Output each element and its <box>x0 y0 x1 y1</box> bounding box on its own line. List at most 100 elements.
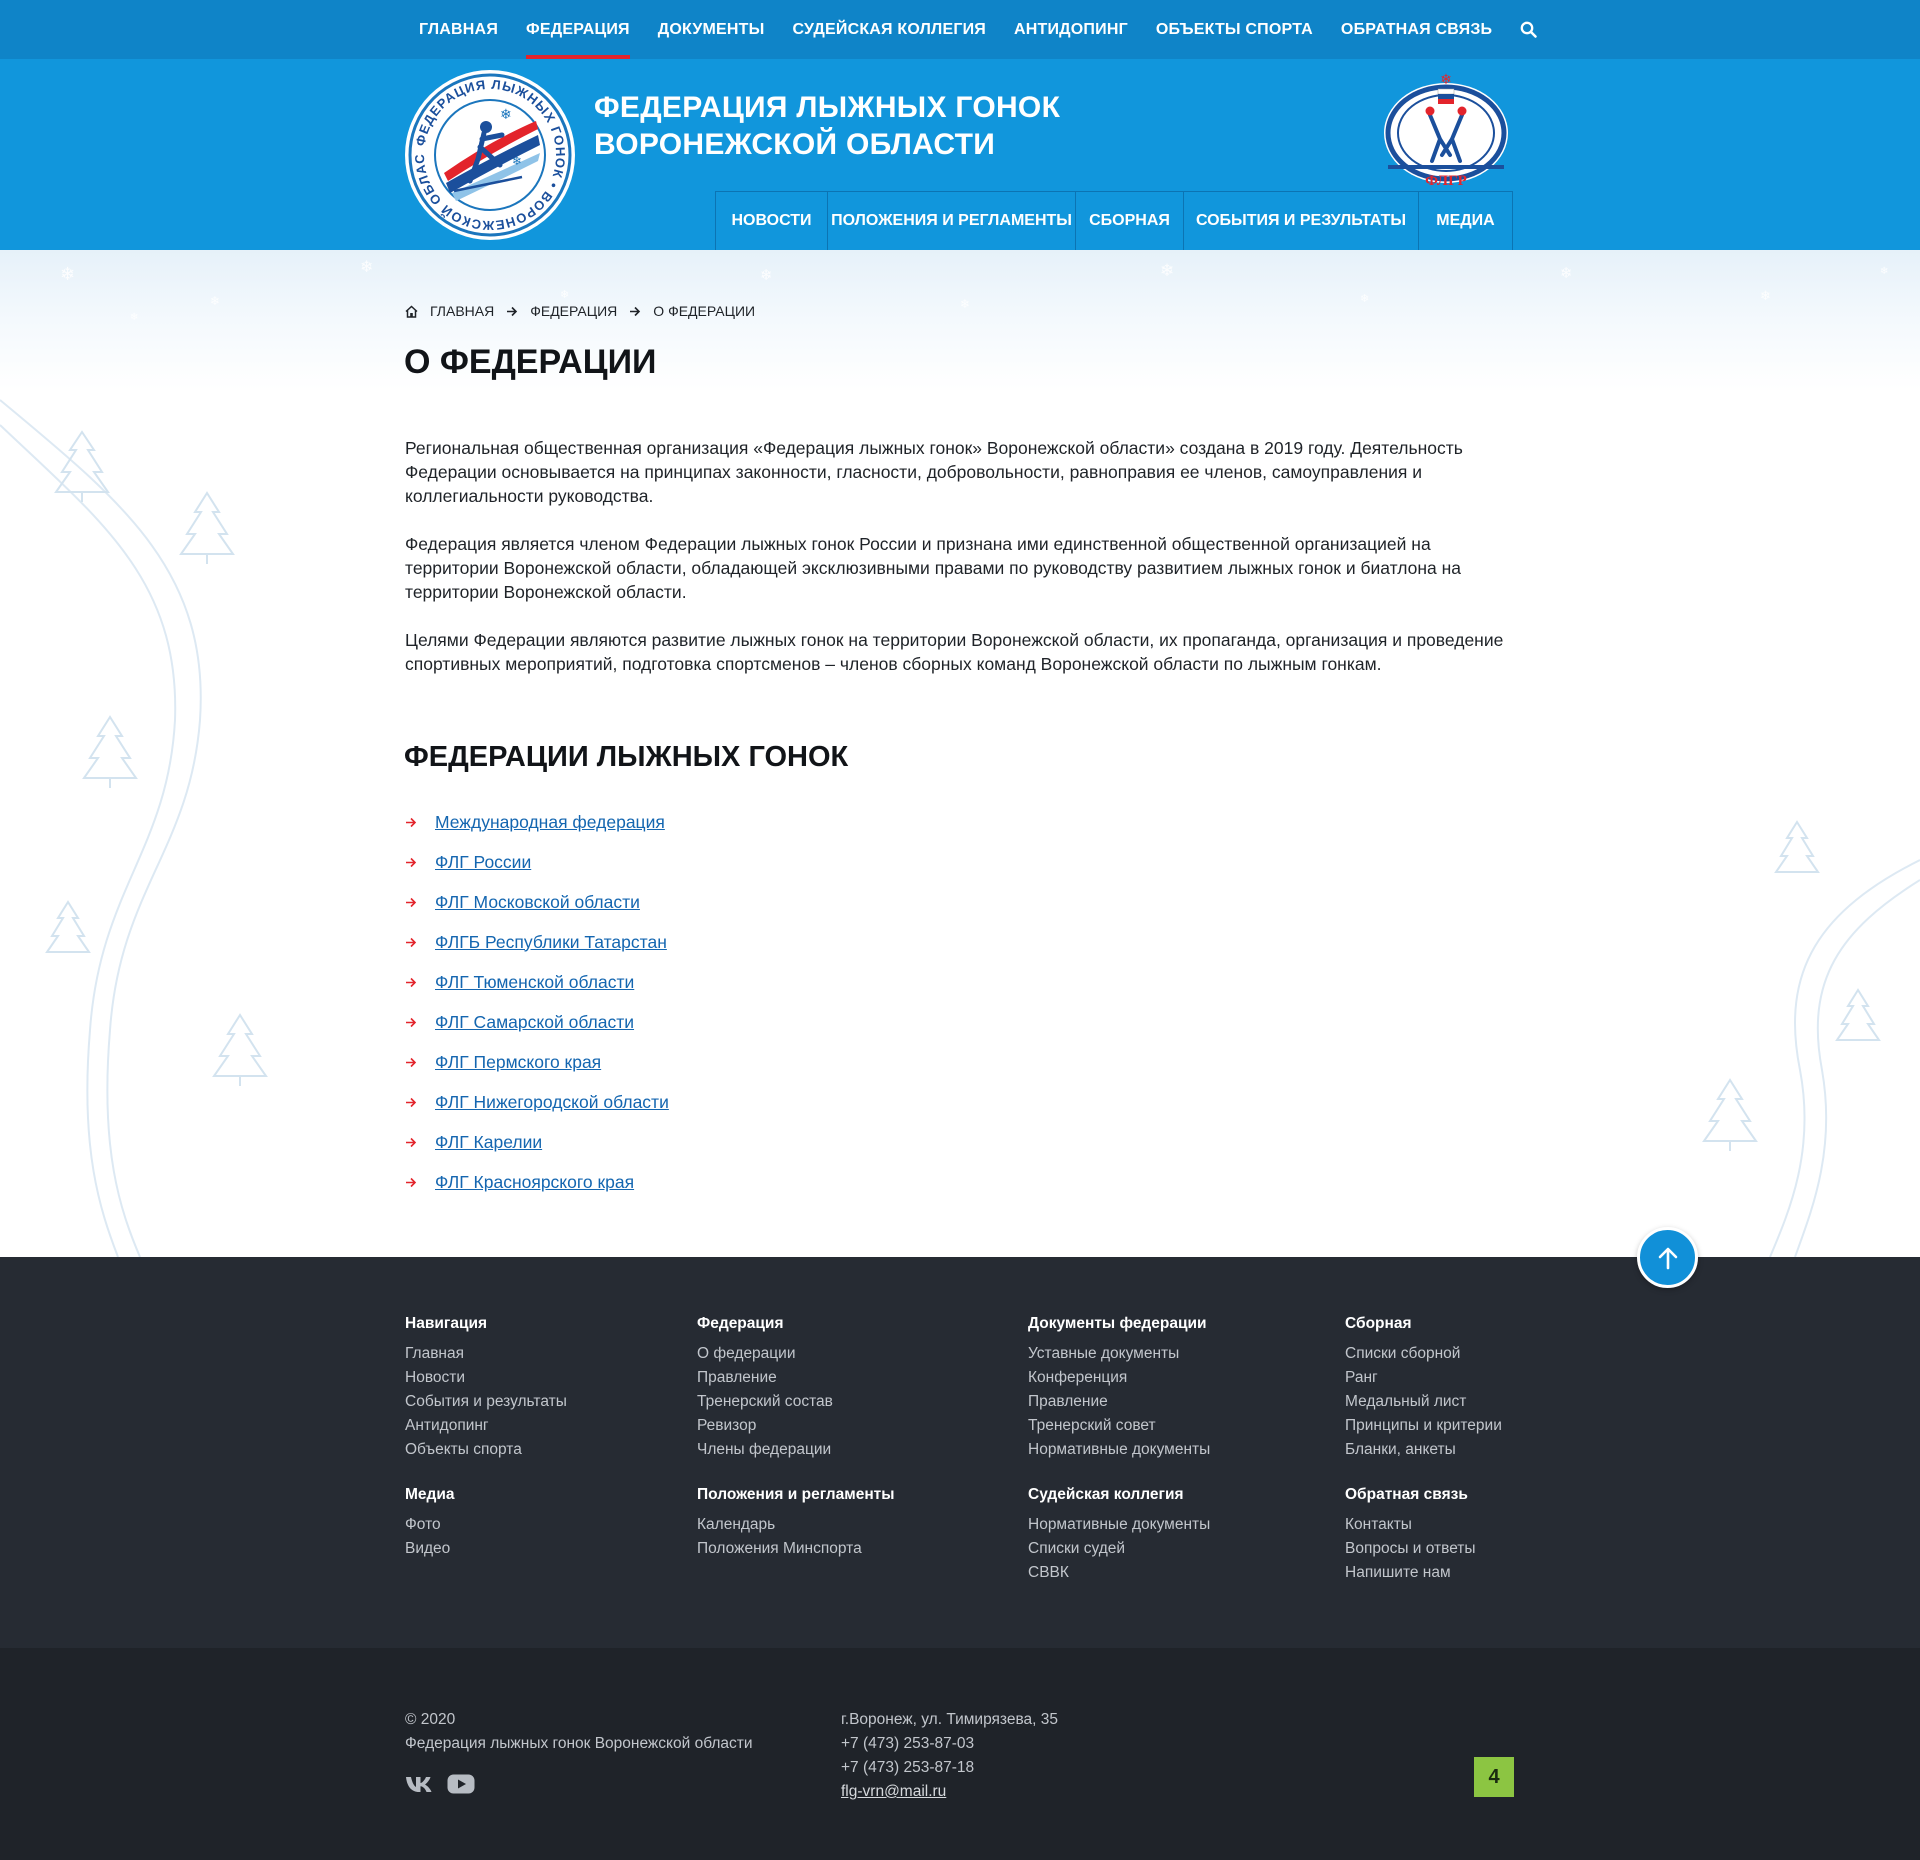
breadcrumb-federation[interactable]: ФЕДЕРАЦИЯ <box>530 303 617 319</box>
breadcrumb-home[interactable]: ГЛАВНАЯ <box>430 303 494 319</box>
footer-link[interactable]: Нормативные документы <box>1028 1438 1210 1462</box>
svg-text:❄: ❄ <box>1360 293 1369 305</box>
federation-link[interactable]: ФЛГ Карелии <box>435 1132 542 1153</box>
topnav-item-feedback[interactable]: ОБРАТНАЯ СВЯЗЬ <box>1327 0 1506 59</box>
mainnav-item-team[interactable]: СБОРНАЯ <box>1075 192 1183 250</box>
federation-link[interactable]: ФЛГ Нижегородской области <box>435 1092 669 1113</box>
list-item: ФЛГ Самарской области <box>405 1002 669 1042</box>
home-icon[interactable] <box>405 304 418 318</box>
scroll-to-top-button[interactable] <box>1637 1227 1698 1288</box>
footer-link[interactable]: Правление <box>1028 1390 1210 1414</box>
arrow-right-icon <box>405 1017 435 1028</box>
site-header: ФЕДЕРАЦИЯ ЛЫЖНЫХ ГОНОК • ВОРОНЕЖСКОЙ ОБЛ… <box>0 57 1920 250</box>
phone-2[interactable]: +7 (473) 253-87-18 <box>841 1756 1058 1780</box>
footer-link[interactable]: О федерации <box>697 1342 833 1366</box>
federation-link[interactable]: ФЛГ России <box>435 852 531 873</box>
topnav-item-judges[interactable]: СУДЕЙСКАЯ КОЛЛЕГИЯ <box>779 0 1000 59</box>
footer-link[interactable]: Правление <box>697 1366 833 1390</box>
footer-col-judges: Судейская коллегия Нормативные документы… <box>1028 1486 1210 1585</box>
federation-link[interactable]: ФЛГ Красноярского края <box>435 1172 634 1193</box>
topnav-item-sport-objects[interactable]: ОБЪЕКТЫ СПОРТА <box>1142 0 1327 59</box>
footer-link[interactable]: Фото <box>405 1513 455 1537</box>
list-item: ФЛГ Пермского края <box>405 1042 669 1082</box>
federation-link[interactable]: ФЛГ Московской области <box>435 892 640 913</box>
arrow-right-icon <box>506 306 518 317</box>
footer-link[interactable]: Видео <box>405 1537 455 1561</box>
footer-link[interactable]: События и результаты <box>405 1390 567 1414</box>
footer-link[interactable]: Члены федерации <box>697 1438 833 1462</box>
svg-text:❄: ❄ <box>960 297 970 311</box>
flgr-logo-text: ФЛГР <box>1425 173 1467 189</box>
footer-link[interactable]: Положения Минспорта <box>697 1537 895 1561</box>
footer-links: Навигация Главная Новости События и резу… <box>0 1257 1920 1648</box>
arrow-right-icon <box>405 1057 435 1068</box>
footer-heading[interactable]: Медиа <box>405 1486 455 1504</box>
list-item: ФЛГ Московской области <box>405 882 669 922</box>
federation-link[interactable]: ФЛГ Пермского края <box>435 1052 601 1073</box>
mainnav-item-news[interactable]: НОВОСТИ <box>715 192 827 250</box>
vk-icon[interactable] <box>405 1775 433 1793</box>
topnav-item-federation[interactable]: ФЕДЕРАЦИЯ <box>512 0 644 59</box>
footer-link[interactable]: Напишите нам <box>1345 1561 1476 1585</box>
search-icon[interactable] <box>1506 0 1551 59</box>
site-title-line-1: ФЕДЕРАЦИЯ ЛЫЖНЫХ ГОНОК <box>594 91 1061 124</box>
footer-link[interactable]: Списки судей <box>1028 1537 1210 1561</box>
flgr-logo[interactable]: ❄ ФЛГР <box>1380 69 1512 189</box>
email-link[interactable]: flg-vrn@mail.ru <box>841 1783 946 1800</box>
footer-link[interactable]: Нормативные документы <box>1028 1513 1210 1537</box>
footer-heading[interactable]: Документы федерации <box>1028 1315 1210 1333</box>
footer-link[interactable]: Списки сборной <box>1345 1342 1502 1366</box>
footer-link[interactable]: Уставные документы <box>1028 1342 1210 1366</box>
federation-link[interactable]: ФЛГ Самарской области <box>435 1012 634 1033</box>
topnav-item-documents[interactable]: ДОКУМЕНТЫ <box>644 0 779 59</box>
youtube-icon[interactable] <box>447 1774 475 1794</box>
footer-heading[interactable]: Федерация <box>697 1315 833 1333</box>
footer-col-federation: Федерация О федерации Правление Тренерск… <box>697 1315 833 1462</box>
arrow-right-icon <box>405 937 435 948</box>
svg-text:❄: ❄ <box>360 259 373 276</box>
copyright-block: © 2020 Федерация лыжных гонок Воронежско… <box>405 1708 753 1756</box>
arrow-right-icon <box>405 977 435 988</box>
social-links <box>405 1774 475 1794</box>
footer-heading[interactable]: Навигация <box>405 1315 567 1333</box>
footer-link[interactable]: Тренерский состав <box>697 1390 833 1414</box>
mainnav-item-regulations[interactable]: ПОЛОЖЕНИЯ И РЕГЛАМЕНТЫ <box>827 192 1075 250</box>
arrow-right-icon <box>405 817 435 828</box>
topnav-item-home[interactable]: ГЛАВНАЯ <box>405 0 512 59</box>
footer-link[interactable]: Вопросы и ответы <box>1345 1537 1476 1561</box>
footer-link[interactable]: Ранг <box>1345 1366 1502 1390</box>
footer-link[interactable]: Новости <box>405 1366 567 1390</box>
federation-link[interactable]: ФЛГ Тюменской области <box>435 972 634 993</box>
top-nav: ГЛАВНАЯ ФЕДЕРАЦИЯ ДОКУМЕНТЫ СУДЕЙСКАЯ КО… <box>405 0 1551 59</box>
footer-heading[interactable]: Судейская коллегия <box>1028 1486 1210 1504</box>
federation-logo[interactable]: ФЕДЕРАЦИЯ ЛЫЖНЫХ ГОНОК • ВОРОНЕЖСКОЙ ОБЛ… <box>399 57 576 241</box>
footer-link[interactable]: Бланки, анкеты <box>1345 1438 1502 1462</box>
footer-link[interactable]: Ревизор <box>697 1414 833 1438</box>
counter-badge[interactable]: 4 <box>1474 1757 1514 1797</box>
content-background: ❄ ❄ ❄ ❄ ❄ ❄ ❄ ❄ ❄ ❄ ❄ ❄ <box>0 250 1920 1257</box>
federation-link[interactable]: Международная федерация <box>435 812 665 833</box>
footer-link[interactable]: Контакты <box>1345 1513 1476 1537</box>
site-title[interactable]: ФЕДЕРАЦИЯ ЛЫЖНЫХ ГОНОК ВОРОНЕЖСКОЙ ОБЛАС… <box>594 89 1154 163</box>
footer-link[interactable]: СВВК <box>1028 1561 1210 1585</box>
footer-link[interactable]: Главная <box>405 1342 567 1366</box>
footer-heading[interactable]: Сборная <box>1345 1315 1502 1333</box>
footer-link[interactable]: Принципы и критерии <box>1345 1414 1502 1438</box>
mainnav-item-events[interactable]: СОБЫТИЯ И РЕЗУЛЬТАТЫ <box>1183 192 1418 250</box>
mainnav-item-media[interactable]: МЕДИА <box>1418 192 1513 250</box>
footer-link[interactable]: Антидопинг <box>405 1414 567 1438</box>
article-paragraph: Региональная общественная организация «Ф… <box>405 438 1463 506</box>
footer-heading[interactable]: Обратная связь <box>1345 1486 1476 1504</box>
phone-1[interactable]: +7 (473) 253-87-03 <box>841 1732 1058 1756</box>
footer-link[interactable]: Медальный лист <box>1345 1390 1502 1414</box>
svg-text:❄: ❄ <box>760 267 773 284</box>
footer-col-team: Сборная Списки сборной Ранг Медальный ли… <box>1345 1315 1502 1462</box>
footer-link[interactable]: Тренерский совет <box>1028 1414 1210 1438</box>
footer-link[interactable]: Объекты спорта <box>405 1438 567 1462</box>
federation-link[interactable]: ФЛГБ Республики Татарстан <box>435 932 667 953</box>
page-title: О ФЕДЕРАЦИИ <box>404 343 657 381</box>
footer-link[interactable]: Календарь <box>697 1513 895 1537</box>
footer-heading[interactable]: Положения и регламенты <box>697 1486 895 1504</box>
topnav-item-antidoping[interactable]: АНТИДОПИНГ <box>1000 0 1142 59</box>
footer-link[interactable]: Конференция <box>1028 1366 1210 1390</box>
